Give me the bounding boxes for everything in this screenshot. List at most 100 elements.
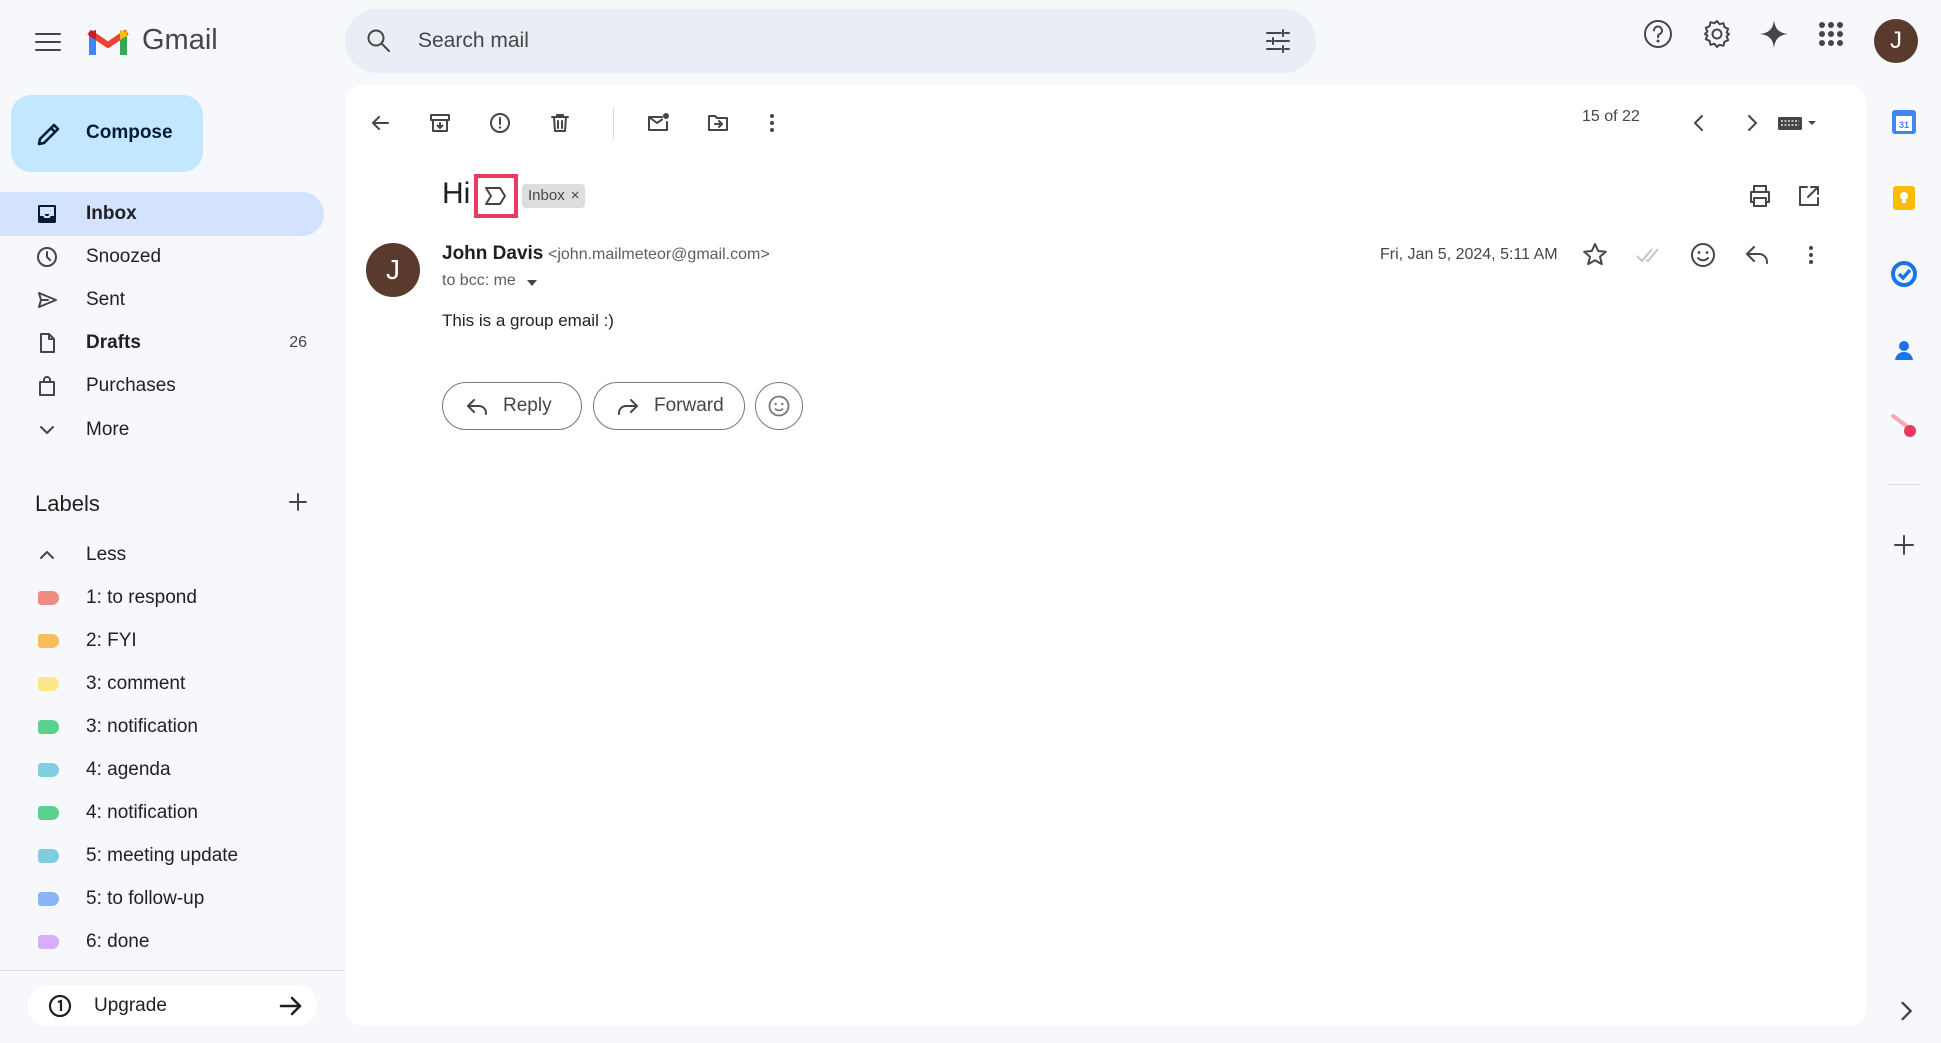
mailmeteor-addon-icon[interactable] <box>1890 412 1918 440</box>
shopping-bag-icon <box>39 376 55 396</box>
tasks-icon[interactable] <box>1890 260 1918 288</box>
archive-icon <box>430 114 450 132</box>
label-name: 5: meeting update <box>86 845 239 866</box>
nav-item-sent[interactable]: Sent <box>0 278 324 322</box>
search-options-icon[interactable] <box>1264 27 1292 55</box>
label-item[interactable]: 4: agenda <box>0 748 324 792</box>
label-item[interactable]: 6: done <box>0 920 324 964</box>
read-receipt-check-icon <box>1636 248 1659 263</box>
label-item[interactable]: 3: notification <box>0 705 324 749</box>
input-tools-button[interactable] <box>1768 103 1824 143</box>
important-marker-icon <box>485 187 506 205</box>
label-color-tag-icon <box>38 849 59 863</box>
google-apps-icon[interactable] <box>1815 18 1847 50</box>
remove-label-icon[interactable]: × <box>571 187 580 204</box>
labels-less-toggle[interactable]: Less <box>0 533 324 577</box>
gmail-logo-icon[interactable] <box>86 24 130 58</box>
nav-item-inbox[interactable]: Inbox <box>0 192 324 236</box>
pagination-count: 15 of 22 <box>1582 108 1640 125</box>
clock-icon <box>37 247 57 267</box>
label-name: 2: FYI <box>86 630 137 651</box>
older-button[interactable] <box>1732 103 1772 143</box>
mark-unread-button[interactable] <box>638 103 678 143</box>
upgrade-label: Upgrade <box>94 995 167 1016</box>
label-name: 4: notification <box>86 802 198 823</box>
nav-item-more[interactable]: More <box>0 408 324 452</box>
forward-arrow-icon <box>618 399 638 415</box>
star-icon[interactable] <box>1580 240 1610 270</box>
more-vert-icon <box>770 114 774 132</box>
delete-button[interactable] <box>540 103 580 143</box>
nav-item-purchases[interactable]: Purchases <box>0 364 324 408</box>
label-item[interactable]: 4: notification <box>0 791 324 835</box>
help-icon[interactable] <box>1642 18 1674 50</box>
keep-notes-icon[interactable] <box>1890 184 1918 212</box>
open-new-window-icon[interactable] <box>1796 183 1822 209</box>
chip-label: Inbox <box>528 187 565 204</box>
more-options-button[interactable] <box>752 103 792 143</box>
label-item[interactable]: 2: FYI <box>0 619 324 663</box>
drafts-count: 26 <box>289 334 307 351</box>
add-reaction-emoji-icon[interactable] <box>1688 240 1718 270</box>
calendar-icon[interactable]: 31 <box>1890 108 1918 136</box>
show-details-caret-icon[interactable] <box>526 278 538 288</box>
label-color-tag-icon <box>38 763 59 777</box>
label-item[interactable]: 3: comment <box>0 662 324 706</box>
gemini-sparkle-icon[interactable] <box>1758 18 1790 50</box>
archive-button[interactable] <box>420 103 460 143</box>
nav-item-snoozed[interactable]: Snoozed <box>0 235 324 279</box>
labels-heading: Labels <box>35 491 100 516</box>
get-addons-plus-icon[interactable] <box>1890 531 1918 559</box>
add-label-icon[interactable] <box>287 491 309 513</box>
contacts-icon[interactable] <box>1890 336 1918 364</box>
important-marker[interactable] <box>474 174 518 218</box>
sender-avatar[interactable]: J <box>366 243 420 297</box>
print-icon[interactable] <box>1747 183 1773 209</box>
upgrade-button[interactable]: Upgrade <box>28 985 317 1026</box>
message-more-vert-icon[interactable] <box>1796 240 1826 270</box>
compose-label: Compose <box>86 122 173 143</box>
reply-arrow-icon <box>467 399 487 415</box>
label-item[interactable]: 5: to follow-up <box>0 877 324 921</box>
message-date: Fri, Jan 5, 2024, 5:11 AM <box>1380 246 1558 263</box>
chevron-right-icon <box>1748 115 1757 131</box>
move-to-button[interactable] <box>698 103 738 143</box>
label-name: 6: done <box>86 931 150 952</box>
back-button[interactable] <box>360 103 400 143</box>
nav-label: Purchases <box>86 375 176 396</box>
label-name: 4: agenda <box>86 759 171 780</box>
keyboard-icon <box>1778 117 1816 130</box>
move-folder-icon <box>708 115 728 131</box>
report-spam-button[interactable] <box>480 103 520 143</box>
newer-button[interactable] <box>1679 103 1719 143</box>
back-arrow-icon <box>372 116 389 130</box>
label-item[interactable]: 1: to respond <box>0 576 324 620</box>
compose-button[interactable]: Compose <box>11 95 203 172</box>
label-name: 1: to respond <box>86 587 197 608</box>
label-color-tag-icon <box>38 806 59 820</box>
report-spam-icon <box>490 113 510 133</box>
draft-file-icon <box>40 333 55 353</box>
search-input[interactable] <box>418 9 1198 73</box>
search-icon[interactable] <box>365 27 393 55</box>
sender-name[interactable]: John Davis <box>442 243 543 265</box>
sender-email: <john.mailmeteor@gmail.com> <box>548 246 770 263</box>
message-view: 15 of 22 Hi Inbox × J John Davis <john.ma… <box>346 85 1866 1026</box>
label-item[interactable]: 5: meeting update <box>0 834 324 878</box>
react-emoji-button[interactable] <box>755 382 803 430</box>
label-name: 3: comment <box>86 673 186 694</box>
nav-label: Sent <box>86 289 126 310</box>
main-menu-button[interactable] <box>28 22 68 62</box>
mark-unread-icon <box>648 113 669 131</box>
label-color-tag-icon <box>38 720 59 734</box>
forward-button[interactable]: Forward <box>593 382 745 430</box>
reply-label: Reply <box>503 395 552 416</box>
settings-gear-icon[interactable] <box>1701 18 1733 50</box>
nav-item-drafts[interactable]: Drafts 26 <box>0 321 324 365</box>
reply-icon[interactable] <box>1742 240 1772 270</box>
show-side-panel-chevron-icon[interactable] <box>1892 997 1920 1025</box>
reply-button[interactable]: Reply <box>442 382 582 430</box>
account-avatar[interactable]: J <box>1874 19 1918 63</box>
search-bar[interactable] <box>345 9 1316 73</box>
chevron-left-icon <box>1694 115 1703 131</box>
